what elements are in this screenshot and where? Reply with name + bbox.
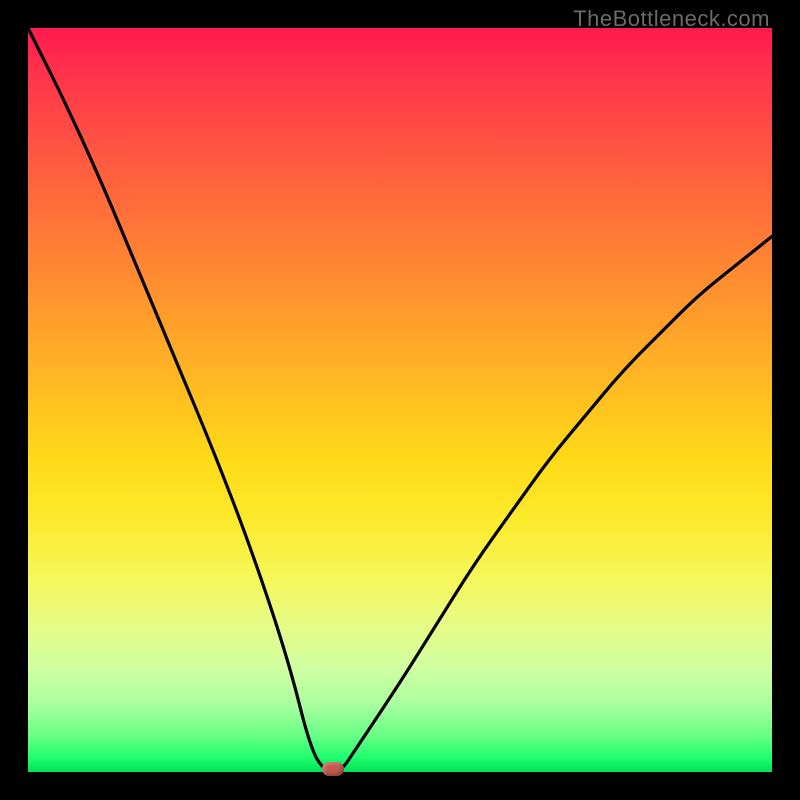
- chart-frame: TheBottleneck.com: [0, 0, 800, 800]
- optimal-marker: [322, 762, 344, 776]
- plot-area: [28, 28, 772, 772]
- bottleneck-curve: [28, 28, 772, 772]
